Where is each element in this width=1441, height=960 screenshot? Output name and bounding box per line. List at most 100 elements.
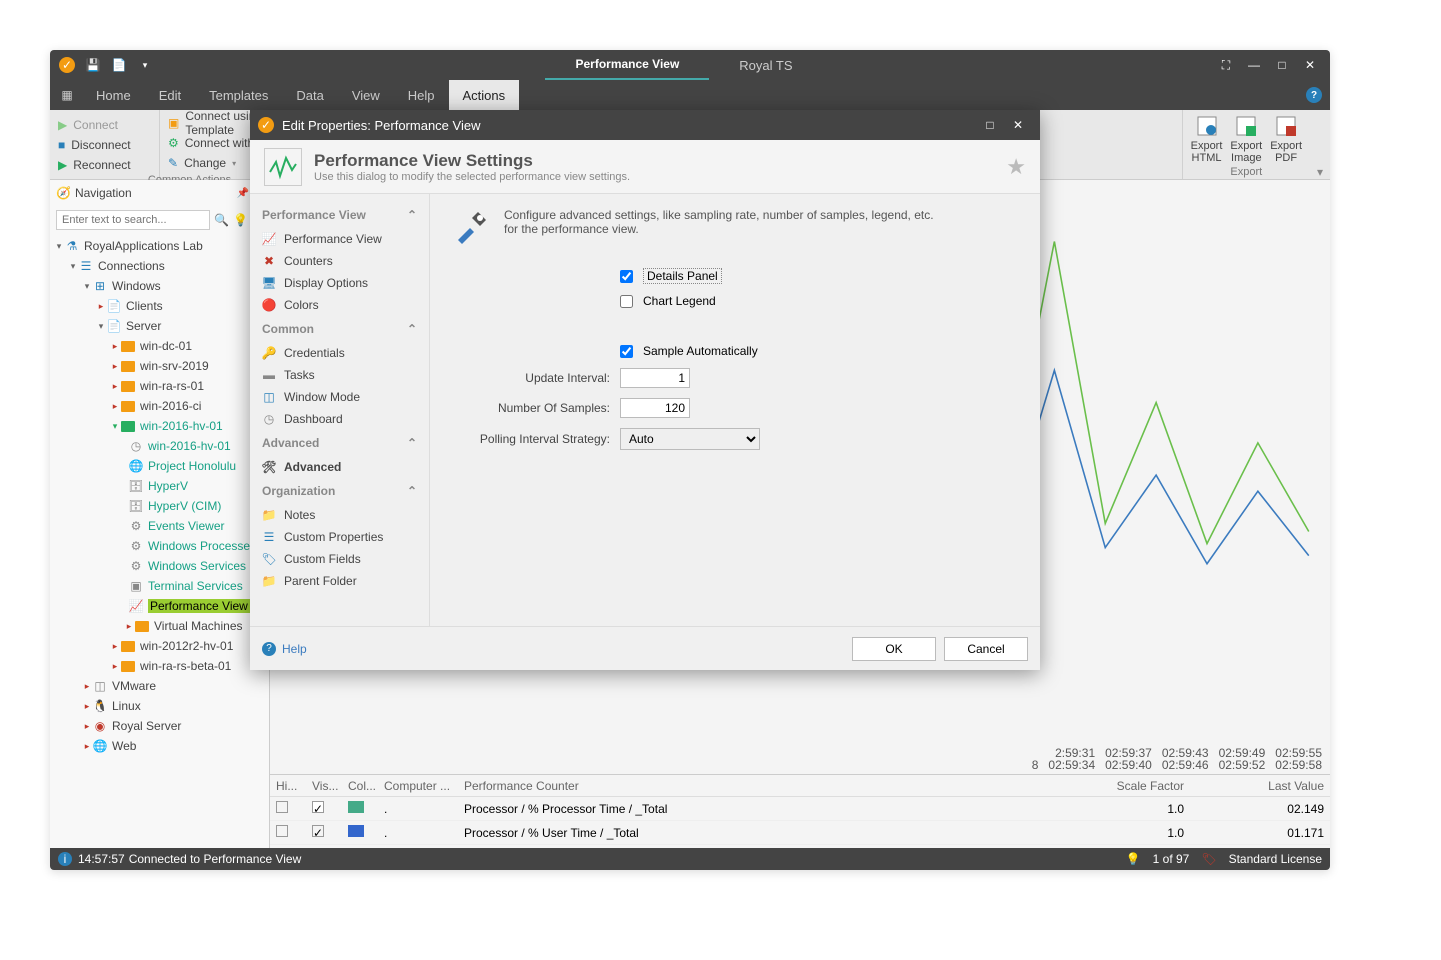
chart-legend-checkbox[interactable]: [620, 295, 633, 308]
tree-item[interactable]: 🗄HyperV: [50, 476, 269, 496]
nav-credentials[interactable]: 🔑Credentials: [250, 342, 429, 364]
nav-dashboard[interactable]: ◷Dashboard: [250, 408, 429, 430]
tab-performance-view[interactable]: Performance View: [545, 50, 709, 80]
close-icon[interactable]: ✕: [1302, 57, 1318, 73]
tree-performance-view[interactable]: 📈Performance View: [50, 596, 269, 616]
nav-advanced[interactable]: 🛠Advanced: [250, 456, 429, 478]
sample-auto-label: Sample Automatically: [643, 344, 758, 358]
nav-custom-fields[interactable]: 🏷Custom Fields: [250, 548, 429, 570]
details-panel-checkbox[interactable]: [620, 270, 633, 283]
tree-web[interactable]: ▸🌐Web: [50, 736, 269, 756]
table-row[interactable]: ✓ . Processor / % User Time / _Total 1.0…: [270, 821, 1330, 845]
tree-root[interactable]: ▾⚗RoyalApplications Lab: [50, 236, 269, 256]
disconnect-button[interactable]: ■Disconnect: [58, 136, 151, 154]
nav-notes[interactable]: 📁Notes: [250, 504, 429, 526]
tree-hv[interactable]: ▾win-2016-hv-01: [50, 416, 269, 436]
highlight-checkbox[interactable]: [276, 825, 288, 837]
tree-windows[interactable]: ▾⊞Windows: [50, 276, 269, 296]
tree-connections[interactable]: ▾☰Connections: [50, 256, 269, 276]
nav-compass-icon: 🧭: [56, 186, 71, 200]
section-common[interactable]: Common⌃: [250, 316, 429, 342]
form-intro-text: Configure advanced settings, like sampli…: [504, 208, 944, 248]
tree-linux[interactable]: ▸🐧Linux: [50, 696, 269, 716]
tree-vm[interactable]: ▸Virtual Machines: [50, 616, 269, 636]
visible-checkbox[interactable]: ✓: [312, 801, 324, 813]
fullscreen-icon[interactable]: ⛶: [1218, 57, 1234, 73]
minimize-icon[interactable]: —: [1246, 57, 1262, 73]
folder-icon: [120, 378, 136, 394]
bulb-on-icon[interactable]: 💡: [233, 213, 248, 227]
tree-royalserver[interactable]: ▸◉Royal Server: [50, 716, 269, 736]
maximize-icon[interactable]: □: [1274, 57, 1290, 73]
update-interval-input[interactable]: [620, 368, 690, 388]
highlight-checkbox[interactable]: [276, 801, 288, 813]
section-performance-view[interactable]: Performance View⌃: [250, 202, 429, 228]
tree-item[interactable]: ▸win-2012r2-hv-01: [50, 636, 269, 656]
counters-icon: ✖: [262, 254, 276, 268]
tree-item[interactable]: ▸win-srv-2019: [50, 356, 269, 376]
dialog-header: Performance View Settings: [314, 151, 630, 171]
tree-item[interactable]: ⚙Windows Processes: [50, 536, 269, 556]
reconnect-button[interactable]: ▶Reconnect: [58, 156, 151, 174]
save-icon[interactable]: 💾: [84, 56, 102, 74]
pin-icon[interactable]: 📌: [236, 188, 248, 199]
tab-royal-ts[interactable]: Royal TS: [709, 50, 822, 80]
tools-icon: [450, 208, 490, 248]
tree-item[interactable]: ▸win-2016-ci: [50, 396, 269, 416]
tree-item[interactable]: 🗄HyperV (CIM): [50, 496, 269, 516]
tree-item[interactable]: 🌐Project Honolulu: [50, 456, 269, 476]
favorite-star-icon[interactable]: ★: [1006, 154, 1026, 180]
tree-vmware[interactable]: ▸◫VMware: [50, 676, 269, 696]
dropdown-icon[interactable]: ▾: [136, 56, 154, 74]
nav-colors[interactable]: 🔴Colors: [250, 294, 429, 316]
new-icon[interactable]: 📄: [110, 56, 128, 74]
num-samples-input[interactable]: [620, 398, 690, 418]
export-image-button[interactable]: Export Image: [1230, 114, 1262, 164]
cancel-button[interactable]: Cancel: [944, 637, 1028, 661]
tree-item[interactable]: ⚙Windows Services: [50, 556, 269, 576]
search-input[interactable]: [56, 210, 210, 230]
tree-item[interactable]: ◷win-2016-hv-01: [50, 436, 269, 456]
section-organization[interactable]: Organization⌃: [250, 478, 429, 504]
export-html-button[interactable]: Export HTML: [1191, 114, 1223, 164]
menu-edit[interactable]: Edit: [145, 80, 195, 110]
nav-counters[interactable]: ✖Counters: [250, 250, 429, 272]
dialog-help-link[interactable]: ?Help: [262, 642, 307, 656]
table-row[interactable]: ✓ . Processor / % Processor Time / _Tota…: [270, 797, 1330, 821]
tree-item[interactable]: ⚙Events Viewer: [50, 516, 269, 536]
ok-button[interactable]: OK: [852, 637, 936, 661]
menu-data[interactable]: Data: [282, 80, 337, 110]
tree-item[interactable]: ▸win-ra-rs-01: [50, 376, 269, 396]
menu-home[interactable]: Home: [82, 80, 145, 110]
nav-custom-properties[interactable]: ☰Custom Properties: [250, 526, 429, 548]
tree-clients[interactable]: ▸📄Clients: [50, 296, 269, 316]
nav-parent-folder[interactable]: 📁Parent Folder: [250, 570, 429, 592]
dashboard-icon: ◷: [262, 412, 276, 426]
sample-auto-checkbox[interactable]: [620, 345, 633, 358]
search-icon[interactable]: 🔍: [214, 213, 229, 227]
menu-view[interactable]: View: [338, 80, 394, 110]
grid-icon[interactable]: ▦: [58, 86, 76, 104]
help-icon[interactable]: ?: [1306, 87, 1322, 103]
section-advanced[interactable]: Advanced⌃: [250, 430, 429, 456]
connect-button[interactable]: ▶Connect: [58, 116, 151, 134]
export-pdf-button[interactable]: Export PDF: [1270, 114, 1302, 164]
menu-actions[interactable]: Actions: [449, 80, 520, 110]
visible-checkbox[interactable]: ✓: [312, 825, 324, 837]
details-panel-label: Details Panel: [643, 268, 722, 284]
nav-tasks[interactable]: ▬Tasks: [250, 364, 429, 386]
nav-performance-view[interactable]: 📈Performance View: [250, 228, 429, 250]
nav-display-options[interactable]: 🖥Display Options: [250, 272, 429, 294]
tree-item[interactable]: ▣Terminal Services: [50, 576, 269, 596]
menu-templates[interactable]: Templates: [195, 80, 282, 110]
tree-item[interactable]: ▸win-ra-rs-beta-01: [50, 656, 269, 676]
tree-server[interactable]: ▾📄Server: [50, 316, 269, 336]
tree-item[interactable]: ▸win-dc-01: [50, 336, 269, 356]
dialog-maximize-icon[interactable]: □: [976, 118, 1004, 132]
perf-view-icon: [264, 148, 302, 186]
dialog-close-icon[interactable]: ✕: [1004, 118, 1032, 132]
menu-help[interactable]: Help: [394, 80, 449, 110]
nav-window-mode[interactable]: ◫Window Mode: [250, 386, 429, 408]
ribbon-export-title: Export: [1191, 164, 1302, 178]
polling-strategy-select[interactable]: Auto: [620, 428, 760, 450]
